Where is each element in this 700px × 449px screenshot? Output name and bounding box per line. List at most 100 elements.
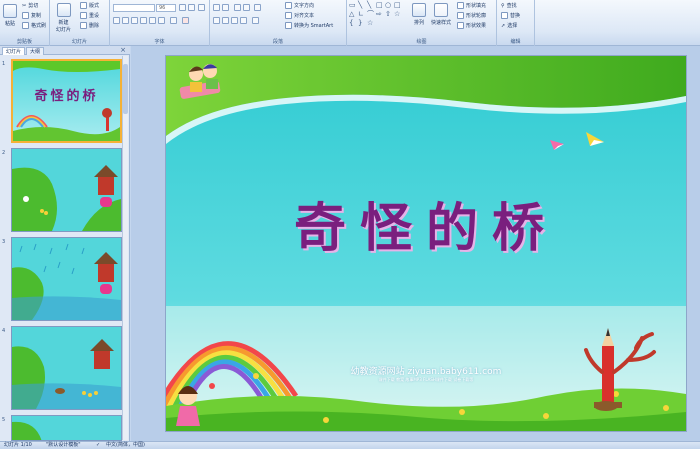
quick-styles-button[interactable]: 快速样式 bbox=[431, 3, 451, 26]
shrink-font-icon[interactable] bbox=[188, 4, 195, 11]
grow-font-icon[interactable] bbox=[179, 4, 186, 11]
shadow-icon[interactable] bbox=[149, 17, 156, 24]
smartart-button[interactable]: 转换为 SmartArt bbox=[285, 22, 333, 29]
slide-thumbnail-1[interactable]: 奇怪的桥 bbox=[11, 59, 122, 143]
clipboard-group-label: 剪贴板 bbox=[16, 39, 32, 45]
replace-icon bbox=[501, 12, 508, 19]
triangle-shape-icon[interactable]: △ bbox=[349, 11, 354, 18]
rect-shape-icon[interactable]: ▭ bbox=[349, 2, 356, 9]
scissors-icon: ✂ bbox=[22, 2, 27, 9]
delete-slide-button[interactable]: 删除 bbox=[80, 22, 99, 29]
select-button[interactable]: ➚ 选择 bbox=[501, 22, 517, 30]
columns-icon[interactable] bbox=[252, 17, 259, 24]
turtle-art bbox=[594, 401, 618, 411]
arrow2-shape-icon[interactable]: ⇧ bbox=[385, 11, 391, 18]
rect2-shape-icon[interactable]: □ bbox=[394, 2, 401, 9]
shapes-gallery[interactable]: ▭ ╲ ╲ □ ○ □ △ ∟ ⌒ ⇨ ⇧ ☆ { } ☆ bbox=[349, 2, 409, 30]
font-color-icon[interactable] bbox=[182, 17, 189, 24]
justify-icon[interactable] bbox=[240, 17, 247, 24]
arrange-icon bbox=[412, 3, 426, 17]
slide-number: 2 bbox=[2, 150, 6, 156]
star2-shape-icon[interactable]: ☆ bbox=[367, 20, 373, 27]
drawing-group: ▭ ╲ ╲ □ ○ □ △ ∟ ⌒ ⇨ ⇧ ☆ { } ☆ 排列 快速样式 形状… bbox=[347, 0, 497, 46]
italic-icon[interactable] bbox=[122, 17, 129, 24]
clear-format-icon[interactable] bbox=[198, 4, 205, 11]
text-direction-icon bbox=[285, 2, 292, 9]
slide-thumbnail-2[interactable] bbox=[11, 148, 122, 232]
slide-number: 4 bbox=[2, 328, 6, 334]
shape-fill-button[interactable]: 形状填充 bbox=[457, 2, 486, 9]
align-right-icon[interactable] bbox=[231, 17, 238, 24]
pane-tabs: 幻灯片 大纲 × bbox=[0, 46, 130, 55]
slide-thumbnail-4[interactable] bbox=[11, 326, 122, 410]
reset-button[interactable]: 重设 bbox=[80, 12, 99, 19]
thumb-4-art bbox=[12, 327, 121, 409]
new-slide-button[interactable]: 新建 幻灯片 bbox=[56, 3, 71, 33]
align-center-icon[interactable] bbox=[222, 17, 229, 24]
close-pane-icon[interactable]: × bbox=[120, 46, 126, 55]
line2-shape-icon[interactable]: ╲ bbox=[367, 2, 371, 9]
language-indicator[interactable]: 中文(简体，中国) bbox=[106, 442, 145, 449]
pane-scrollbar[interactable] bbox=[122, 56, 128, 440]
current-slide[interactable]: 奇怪的桥 幼教资源网站 ziyuan.baby611.com 课件下载 教案 故… bbox=[165, 55, 687, 432]
numbering-icon[interactable] bbox=[222, 4, 229, 11]
line-shape-icon[interactable]: ╲ bbox=[358, 2, 362, 9]
paint-bucket-icon bbox=[457, 2, 464, 9]
copy-button[interactable]: 复制 bbox=[22, 12, 41, 19]
angle-shape-icon[interactable]: ∟ bbox=[358, 11, 364, 18]
ribbon: 粘贴 ✂ 剪切 复制 格式刷 剪贴板 新建 幻灯片 版式 重设 删除 幻灯片 9… bbox=[0, 0, 700, 46]
slide-thumbnail-3[interactable] bbox=[11, 237, 122, 321]
arrange-button[interactable]: 排列 bbox=[412, 3, 426, 26]
thumb-1-title: 奇怪的桥 bbox=[34, 89, 99, 104]
layout-icon bbox=[80, 2, 87, 9]
editing-group-label: 编辑 bbox=[510, 39, 521, 45]
align-text-button[interactable]: 对齐文本 bbox=[285, 12, 314, 19]
tab-outline[interactable]: 大纲 bbox=[26, 47, 45, 55]
paste-button[interactable]: 粘贴 bbox=[3, 4, 17, 27]
char-spacing-icon[interactable] bbox=[158, 17, 165, 24]
tab-slides[interactable]: 幻灯片 bbox=[2, 47, 26, 55]
font-size-combo[interactable]: 96 bbox=[156, 4, 176, 12]
quick-styles-icon bbox=[434, 3, 448, 17]
brace-shape-icon[interactable]: { bbox=[349, 20, 353, 27]
font-name-combo[interactable] bbox=[113, 4, 155, 12]
site-name: 幼教资源网站 ziyuan.baby611.com bbox=[350, 367, 502, 377]
change-case-icon[interactable] bbox=[170, 17, 177, 24]
shape-effects-button[interactable]: 形状效果 bbox=[457, 22, 486, 29]
slide-thumbnail-5[interactable] bbox=[11, 415, 122, 441]
arrow-shape-icon[interactable]: ⇨ bbox=[376, 11, 382, 18]
line-spacing-icon[interactable] bbox=[254, 4, 261, 11]
paragraph-group: 文字方向 对齐文本 转换为 SmartArt 段落 bbox=[210, 0, 347, 46]
replace-button[interactable]: 替换 bbox=[501, 12, 520, 19]
bold-icon[interactable] bbox=[113, 17, 120, 24]
oval-shape-icon[interactable]: ○ bbox=[385, 2, 391, 9]
increase-indent-icon[interactable] bbox=[243, 4, 250, 11]
strikethrough-icon[interactable] bbox=[140, 17, 147, 24]
slide-number: 1 bbox=[2, 61, 6, 67]
site-links: 课件下载 教案 故事MP3 FLASH课件下载 试卷下载等 bbox=[378, 377, 474, 382]
square-shape-icon[interactable]: □ bbox=[376, 2, 383, 9]
slide-title[interactable]: 奇怪的桥 bbox=[166, 186, 686, 261]
format-painter-button[interactable]: 格式刷 bbox=[22, 22, 46, 29]
slide-number: 5 bbox=[2, 417, 6, 423]
decrease-indent-icon[interactable] bbox=[234, 4, 241, 11]
shape-outline-button[interactable]: 形状轮廓 bbox=[457, 12, 486, 19]
new-slide-label: 新建 幻灯片 bbox=[56, 20, 72, 33]
status-bar: 幻灯片 1/10 "默认设计模板" ✓ 中文(简体，中国) bbox=[0, 441, 700, 449]
star-shape-icon[interactable]: ☆ bbox=[394, 11, 400, 18]
find-button[interactable]: ⚲ 查找 bbox=[501, 2, 517, 10]
curve-shape-icon[interactable]: ⌒ bbox=[367, 11, 374, 18]
spellcheck-icon[interactable]: ✓ bbox=[96, 442, 100, 449]
text-direction-button[interactable]: 文字方向 bbox=[285, 2, 314, 9]
slide-editor: 奇怪的桥 幼教资源网站 ziyuan.baby611.com 课件下载 教案 故… bbox=[131, 46, 700, 441]
clipboard-group: 粘贴 ✂ 剪切 复制 格式刷 剪贴板 bbox=[0, 0, 50, 46]
brace2-shape-icon[interactable]: } bbox=[358, 20, 362, 27]
cut-button[interactable]: ✂ 剪切 bbox=[22, 2, 38, 10]
pane-scrollbar-thumb[interactable] bbox=[123, 64, 128, 114]
bullets-icon[interactable] bbox=[213, 4, 220, 11]
align-left-icon[interactable] bbox=[213, 17, 220, 24]
underline-icon[interactable] bbox=[131, 17, 138, 24]
layout-button[interactable]: 版式 bbox=[80, 2, 99, 9]
slides-pane: 幻灯片 大纲 × 1 奇怪的桥 2 3 4 5 bbox=[0, 46, 130, 441]
slide-position: 幻灯片 1/10 bbox=[4, 442, 32, 448]
